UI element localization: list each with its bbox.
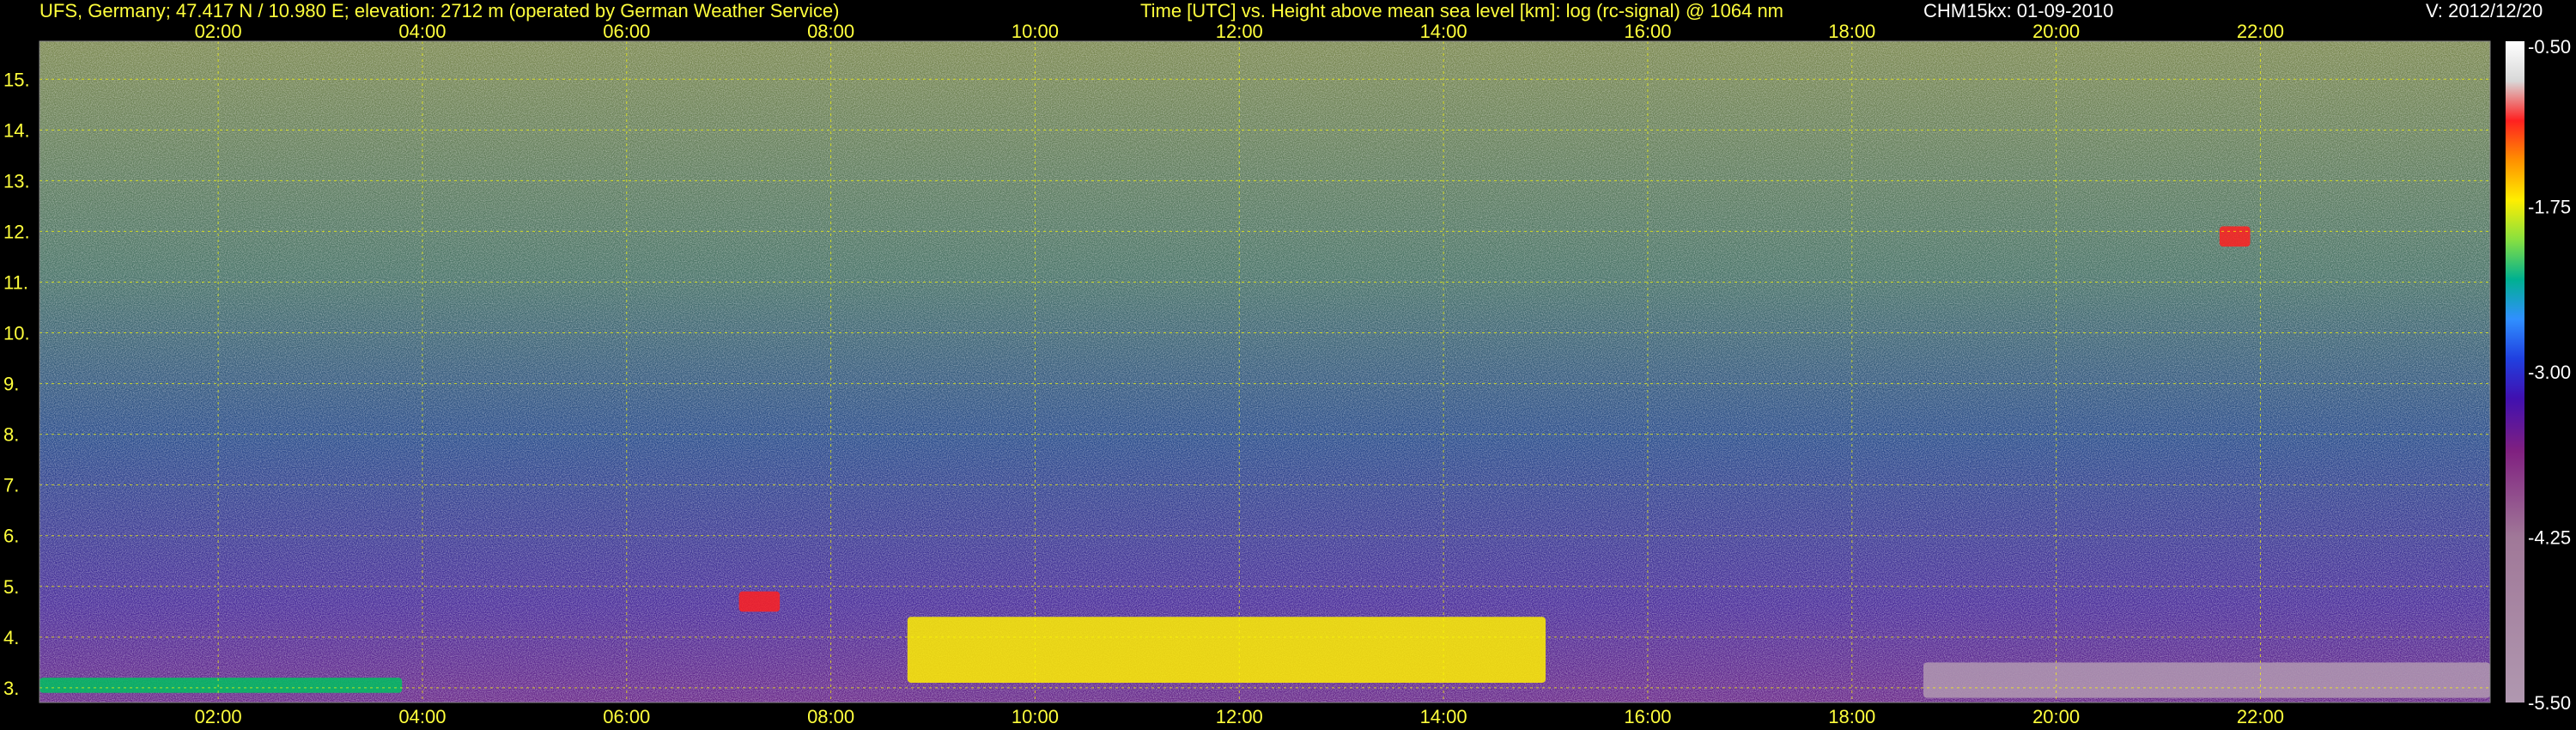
feature-aerosol-layer — [39, 678, 403, 693]
x-tick-label-top: 14:00 — [1420, 21, 1467, 42]
x-tick-label-top: 10:00 — [1012, 21, 1059, 42]
x-tick-label-bottom: 08:00 — [807, 706, 854, 727]
y-tick-label: 8. — [3, 424, 19, 446]
x-ticks-top: 02:00 04:00 06:00 08:00 10:00 12:00 14:00 16:00… — [195, 21, 2284, 42]
feature-cloud — [2219, 226, 2251, 247]
y-ticks: 3. 4. 5. 6. 7. 8. 9. 10. 11. 12. 13. 14. 15. — [3, 69, 30, 699]
feature-cloud — [738, 591, 781, 612]
y-tick-label: 3. — [3, 678, 19, 699]
noise-texture — [39, 41, 2490, 703]
x-tick-label-bottom: 10:00 — [1012, 706, 1059, 727]
x-tick-label-top: 22:00 — [2237, 21, 2284, 42]
x-tick-label-bottom: 02:00 — [195, 706, 242, 727]
x-tick-label-bottom: 22:00 — [2237, 706, 2284, 727]
x-tick-label-top: 20:00 — [2032, 21, 2080, 42]
x-tick-label-top: 02:00 — [195, 21, 242, 42]
x-tick-label-top: 06:00 — [603, 21, 650, 42]
y-tick-label: 6. — [3, 526, 19, 547]
x-tick-label-top: 16:00 — [1624, 21, 1671, 42]
colorbar-tick-label: -0.50 — [2528, 36, 2571, 58]
y-tick-label: 5. — [3, 576, 19, 598]
x-tick-label-bottom: 12:00 — [1216, 706, 1263, 727]
x-tick-label-top: 12:00 — [1216, 21, 1263, 42]
feature-residual-layer — [1923, 662, 2490, 698]
lidar-chart: 02:00 04:00 06:00 08:00 10:00 12:00 14:00 16:00… — [3, 21, 2571, 727]
x-tick-label-top: 08:00 — [807, 21, 854, 42]
colorbar — [2506, 41, 2524, 703]
x-tick-label-bottom: 18:00 — [1828, 706, 1875, 727]
x-tick-label-bottom: 16:00 — [1624, 706, 1671, 727]
feature-aerosol-layer — [907, 617, 1546, 683]
y-tick-label: 9. — [3, 374, 19, 395]
y-tick-label: 4. — [3, 627, 19, 648]
colorbar-tick-label: -4.25 — [2528, 527, 2571, 549]
x-tick-label-bottom: 14:00 — [1420, 706, 1467, 727]
y-tick-label: 15. — [3, 69, 30, 90]
colorbar-ticks: -0.50 -1.75 -3.00 -4.25 -5.50 — [2528, 36, 2571, 714]
y-tick-label: 7. — [3, 475, 19, 496]
x-tick-label-bottom: 04:00 — [398, 706, 446, 727]
plot-area — [39, 41, 2490, 703]
colorbar-tick-label: -3.00 — [2528, 362, 2571, 383]
x-tick-label-top: 04:00 — [398, 21, 446, 42]
y-tick-label: 10. — [3, 323, 30, 344]
y-tick-label: 13. — [3, 170, 30, 192]
colorbar-tick-label: -1.75 — [2528, 197, 2571, 218]
x-tick-label-bottom: 06:00 — [603, 706, 650, 727]
x-tick-label-top: 18:00 — [1828, 21, 1875, 42]
colorbar-tick-label: -5.50 — [2528, 692, 2571, 714]
x-ticks-bottom: 02:00 04:00 06:00 08:00 10:00 12:00 14:00 16:00… — [195, 706, 2284, 727]
x-tick-label-bottom: 20:00 — [2032, 706, 2080, 727]
y-tick-label: 11. — [3, 271, 28, 293]
y-tick-label: 12. — [3, 221, 30, 242]
y-tick-label: 14. — [3, 119, 30, 141]
